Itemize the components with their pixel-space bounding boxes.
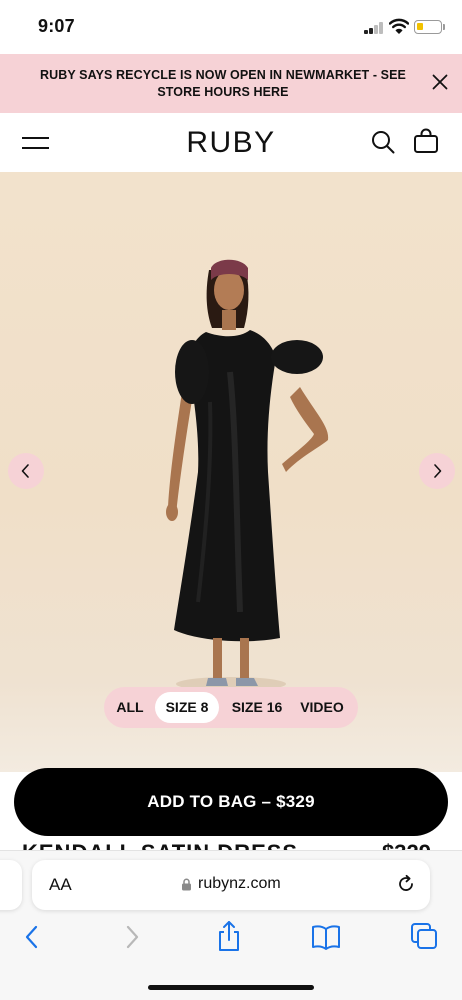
announcement-bar[interactable]: RUBY SAYS RECYCLE IS NOW OPEN IN NEWMARK… (0, 54, 462, 113)
share-icon[interactable] (216, 920, 242, 952)
bag-icon[interactable] (413, 128, 439, 154)
add-to-bag-button[interactable]: ADD TO BAG – $329 (14, 768, 448, 836)
url-text[interactable]: rubynz.com (198, 875, 281, 893)
lock-icon (182, 878, 191, 891)
forward-icon[interactable] (124, 925, 140, 949)
tab-all[interactable]: ALL (110, 692, 150, 723)
previous-tab-preview[interactable] (0, 860, 22, 910)
wifi-icon (389, 18, 409, 34)
announcement-line-2: STORE HOURS HERE (157, 85, 289, 99)
battery-icon (414, 20, 442, 34)
announcement-text[interactable]: RUBY SAYS RECYCLE IS NOW OPEN IN NEWMARK… (36, 67, 410, 101)
reader-options-button[interactable]: AA (49, 875, 72, 895)
status-bar: 9:07 (0, 0, 462, 54)
tab-video[interactable]: VIDEO (294, 692, 350, 723)
model-photo (166, 259, 329, 691)
search-icon[interactable] (371, 130, 395, 154)
reload-icon[interactable] (396, 874, 416, 894)
signal-icon (364, 22, 384, 34)
tabs-icon[interactable] (410, 922, 438, 950)
chevron-right-icon (434, 464, 442, 478)
chevron-left-icon (21, 464, 29, 478)
media-tabs: ALL SIZE 8 SIZE 16 VIDEO (104, 687, 358, 728)
bookmarks-icon[interactable] (311, 924, 341, 950)
previous-image-button[interactable] (8, 453, 44, 489)
tab-size-8[interactable]: SIZE 8 (155, 692, 219, 723)
tab-size-16[interactable]: SIZE 16 (224, 692, 290, 723)
next-image-button[interactable] (419, 453, 455, 489)
aa-label: AA (49, 875, 72, 894)
back-icon[interactable] (24, 925, 40, 949)
product-image[interactable]: ALL SIZE 8 SIZE 16 VIDEO (0, 172, 462, 772)
home-indicator (148, 985, 314, 990)
announcement-line-1: RUBY SAYS RECYCLE IS NOW OPEN IN NEWMARK… (40, 68, 406, 82)
menu-icon[interactable] (22, 135, 49, 151)
close-icon[interactable] (432, 74, 448, 90)
status-time: 9:07 (38, 16, 75, 36)
